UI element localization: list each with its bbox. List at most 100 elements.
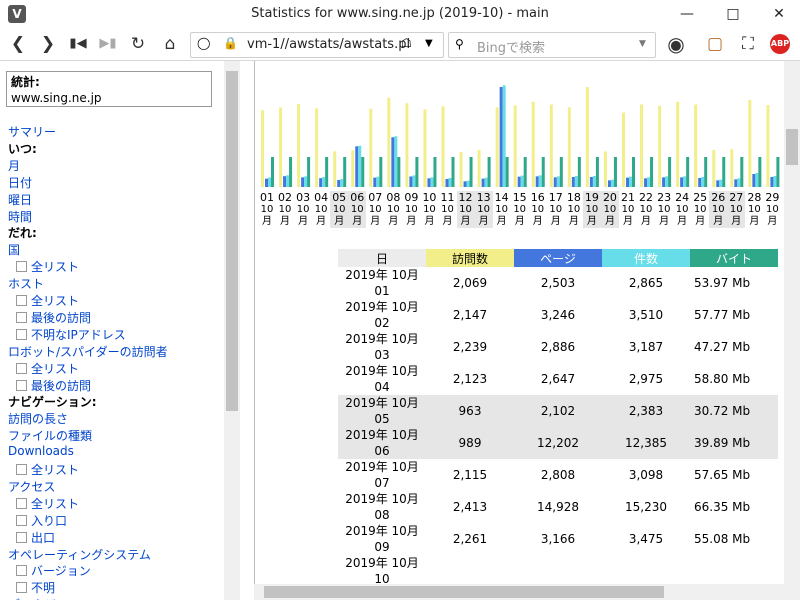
sidebar-link[interactable]: 時間 — [8, 208, 32, 225]
horizontal-scrollbar[interactable] — [254, 584, 784, 600]
day-tick-label: 09 10月 — [402, 191, 420, 228]
date-month: 2019年 10月 — [345, 364, 419, 378]
day-number: 26 — [711, 191, 726, 204]
day-number: 27 — [729, 191, 744, 204]
sidebar-link[interactable]: ロボット/スパイダーの訪問者 — [8, 343, 168, 360]
sidebar-link[interactable]: 訪問の長さ — [8, 410, 68, 427]
sidebar-link[interactable]: 月 — [8, 157, 20, 174]
sidebar-item-label: サマリー — [8, 125, 57, 139]
fullscreen-icon[interactable]: ⛶ — [736, 32, 760, 56]
bar-pages — [319, 178, 323, 187]
profile-icon[interactable]: ◉ — [664, 32, 688, 56]
day-number: 01 — [260, 191, 274, 204]
adblock-icon[interactable]: ABP — [770, 34, 790, 54]
rewind-icon[interactable]: ▮◀ — [66, 32, 90, 56]
visits-cell — [426, 555, 514, 584]
sidebar-link[interactable]: 全リスト — [16, 360, 79, 377]
scrollbar-thumb[interactable] — [786, 129, 798, 165]
bar-hits — [286, 175, 290, 187]
chevron-down-icon[interactable]: ▼ — [425, 38, 433, 49]
back-icon[interactable]: ❮ — [6, 32, 30, 56]
bookmark-icon[interactable]: ☖ — [401, 36, 412, 50]
sidebar-scrollbar[interactable] — [224, 61, 240, 600]
home-icon[interactable]: ⌂ — [158, 32, 182, 56]
month-label: 10月 — [368, 204, 382, 227]
sidebar-link[interactable]: 不明 — [16, 579, 55, 596]
sidebar-link[interactable]: 曜日 — [8, 191, 32, 208]
sidebar-link[interactable]: 全リスト — [16, 258, 79, 275]
bar-visits — [712, 149, 716, 187]
scrollbar-thumb[interactable] — [226, 71, 238, 411]
maximize-button[interactable]: □ — [718, 4, 748, 24]
bar-visits — [640, 104, 644, 187]
chevron-down-icon[interactable]: ▼ — [639, 39, 646, 49]
bar-visits — [351, 150, 355, 187]
pages-cell: 3,166 — [540, 532, 576, 546]
search-input[interactable]: Bingで検索 — [477, 37, 545, 56]
reload-icon[interactable]: ↻ — [126, 32, 150, 56]
sidebar-link[interactable]: 不明なIPアドレス — [16, 326, 126, 343]
content-scrollbar[interactable] — [784, 61, 800, 584]
pages-cell: 2,886 — [540, 340, 576, 354]
sidebar-link[interactable]: 全リスト — [16, 461, 79, 478]
sidebar-link[interactable]: ファイルの種類 — [8, 427, 92, 444]
table-row: 2019年 10月 03 2,239 2,886 3,187 47.27 Mb — [338, 331, 778, 363]
tree-node-icon — [16, 362, 27, 374]
scrollbar-thumb[interactable] — [264, 586, 664, 598]
sidebar-link[interactable]: ホスト — [8, 275, 44, 292]
browser-toolbar: ❮ ❯ ▮◀ ▶▮ ↻ ⌂ ◯ 🔒 vm-1//awstats/awstats.… — [0, 28, 800, 61]
sidebar-link[interactable]: サマリー — [8, 123, 56, 140]
bar-pages — [626, 177, 629, 187]
sidebar-link[interactable]: オペレーティングシステム — [8, 546, 151, 563]
sidebar-link[interactable]: バージョン — [16, 562, 91, 579]
close-button[interactable]: ✕ — [764, 4, 794, 24]
bar-bytes — [776, 157, 780, 187]
address-bar[interactable]: ◯ 🔒 vm-1//awstats/awstats.pl ☖ ▼ — [190, 32, 444, 58]
sidebar-item-label: 不明 — [31, 581, 56, 596]
sidebar-link[interactable]: アクセス — [8, 478, 55, 495]
sidebar-link[interactable]: 最後の訪問 — [16, 309, 91, 326]
day-number: 22 — [639, 191, 654, 204]
date-cell: 2019年 10月 03 — [338, 331, 426, 363]
day-tick-label: 28 10月 — [745, 191, 763, 228]
fast-forward-icon[interactable]: ▶▮ — [96, 32, 120, 56]
sidebar-item-label: Downloads — [8, 444, 74, 459]
sidebar-link[interactable]: 国 — [8, 241, 20, 258]
bar-visits — [531, 101, 535, 187]
sidebar-link[interactable]: 全リスト — [16, 292, 79, 309]
bar-visits — [279, 107, 283, 187]
month-label: 10月 — [693, 204, 707, 227]
bar-bytes — [758, 157, 762, 187]
date-cell: 2019年 10月 05 — [338, 395, 426, 427]
bar-bytes — [541, 157, 545, 187]
tree-node-icon — [16, 464, 27, 475]
day-tick-label: 19 10月 — [582, 191, 601, 228]
minimize-button[interactable]: — — [672, 4, 702, 24]
sidebar-link[interactable]: 日付 — [8, 174, 32, 191]
visits-cell: 2,115 — [452, 468, 488, 482]
bar-hits — [574, 176, 578, 187]
sidebar-link[interactable]: Downloads — [8, 444, 74, 458]
day-number: 05 — [332, 191, 347, 204]
day-tick-label: 04 10月 — [312, 191, 330, 228]
bar-visits — [333, 151, 337, 187]
shield-icon[interactable]: ◯ — [197, 36, 210, 50]
bar-visits — [369, 108, 373, 187]
sidebar-link[interactable]: 入り口 — [16, 512, 67, 529]
forward-icon[interactable]: ❯ — [36, 32, 60, 56]
search-bar[interactable]: ⚲ Bingで検索 ▼ — [448, 32, 656, 58]
sidebar-link[interactable]: 全リスト — [16, 495, 79, 512]
bytes-cell: 66.35 Mb — [694, 500, 751, 514]
sidebar-link[interactable]: 出口 — [16, 529, 55, 546]
sidebar-link[interactable]: 最後の訪問 — [16, 377, 91, 394]
month-label: 10月 — [278, 204, 292, 227]
date-cell: 2019年 10月 01 — [338, 267, 426, 299]
day-number: 04 — [314, 191, 329, 204]
container-icon[interactable]: ▢ — [703, 32, 727, 56]
sidebar-link[interactable]: ブラウザ — [8, 596, 56, 600]
bar-bytes — [559, 157, 563, 187]
month-label: 10月 — [405, 204, 418, 227]
day-number: 20 — [602, 191, 617, 204]
month-label: 10月 — [675, 204, 689, 227]
bar-visits — [567, 107, 571, 187]
